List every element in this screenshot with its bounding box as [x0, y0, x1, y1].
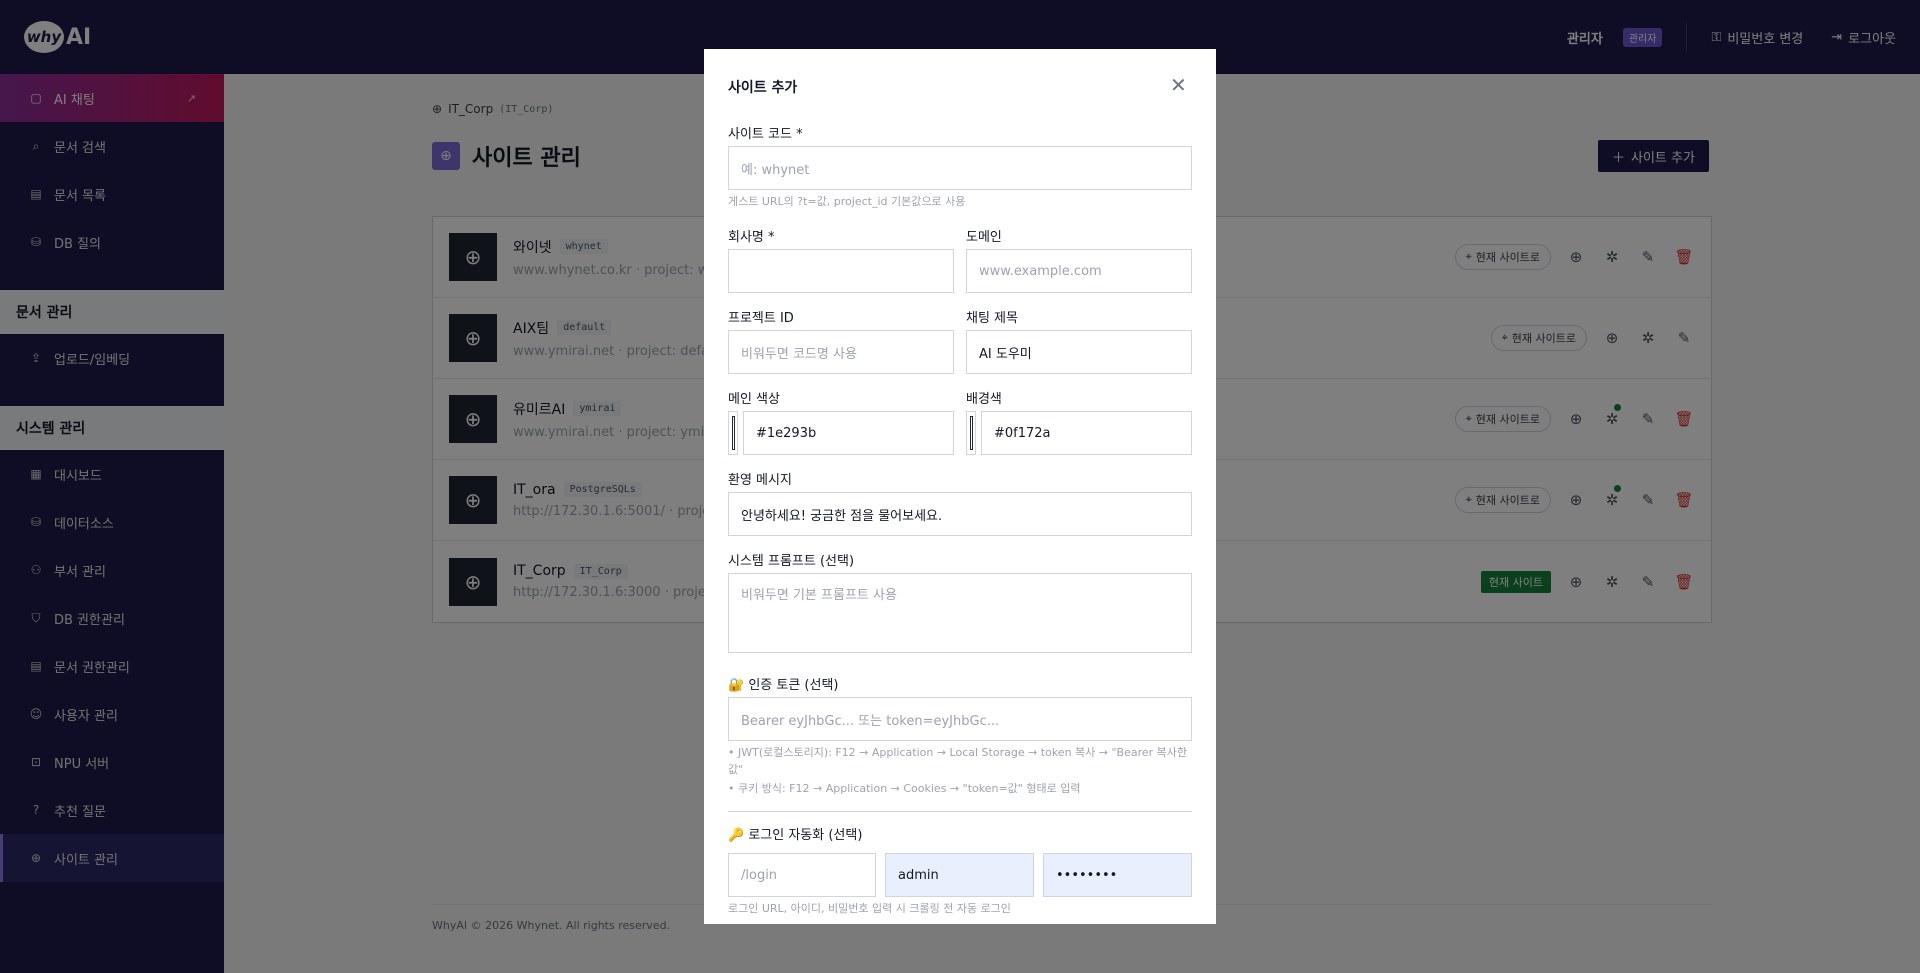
welcome-label: 환영 메시지	[728, 473, 792, 488]
color-swatch	[969, 416, 973, 450]
auth-token-label: 🔐 인증 토큰 (선택)	[728, 678, 839, 693]
token-hint-jwt: • JWT(로컬스토리지): F12 → Application → Local…	[728, 746, 1188, 776]
color-swatch	[731, 416, 735, 450]
login-hint: 로그인 URL, 아이디, 비밀번호 입력 시 크롤링 전 자동 로그인	[728, 902, 1011, 915]
site-code-label: 사이트 코드 *	[728, 127, 803, 142]
domain-input[interactable]: www.example.com	[966, 249, 1192, 293]
welcome-input[interactable]: 안녕하세요! 궁금한 점을 물어보세요.	[728, 492, 1192, 536]
login-password-input[interactable]: ••••••••	[1043, 853, 1192, 897]
token-hint-cookie: • 쿠키 방식: F12 → Application → Cookies → "…	[728, 782, 1081, 795]
bg-color-label: 배경색	[966, 392, 1002, 407]
close-icon[interactable]: ✕	[1170, 73, 1187, 97]
system-prompt-label: 시스템 프롬프트 (선택)	[728, 554, 855, 569]
main-color-picker[interactable]	[728, 411, 738, 455]
main-color-input[interactable]: #1e293b	[743, 411, 954, 455]
divider	[728, 811, 1192, 812]
login-id-input[interactable]: admin	[885, 853, 1034, 897]
project-id-label: 프로젝트 ID	[728, 311, 794, 326]
system-prompt-textarea[interactable]: 비워두면 기본 프롬프트 사용	[728, 573, 1192, 653]
auth-token-input[interactable]: Bearer eyJhbGc... 또는 token=eyJhbGc...	[728, 697, 1192, 741]
bg-color-input[interactable]: #0f172a	[981, 411, 1192, 455]
add-site-modal: 사이트 추가 ✕ 사이트 코드 * 예: whynet 게스트 URL의 ?t=…	[704, 49, 1216, 924]
modal-title: 사이트 추가	[728, 80, 798, 96]
project-id-input[interactable]: 비워두면 코드명 사용	[728, 330, 954, 374]
main-color-label: 메인 색상	[728, 392, 780, 407]
chat-title-label: 채팅 제목	[966, 311, 1018, 326]
bg-color-picker[interactable]	[966, 411, 976, 455]
site-code-input[interactable]: 예: whynet	[728, 146, 1192, 190]
company-label: 회사명 *	[728, 230, 775, 245]
login-automation-label: 🔑 로그인 자동화 (선택)	[728, 828, 863, 843]
site-code-hint: 게스트 URL의 ?t=값, project_id 기본값으로 사용	[728, 195, 966, 208]
company-input[interactable]	[728, 249, 954, 293]
login-url-input[interactable]: /login	[728, 853, 876, 897]
chat-title-input[interactable]: AI 도우미	[966, 330, 1192, 374]
domain-label: 도메인	[966, 230, 1002, 245]
